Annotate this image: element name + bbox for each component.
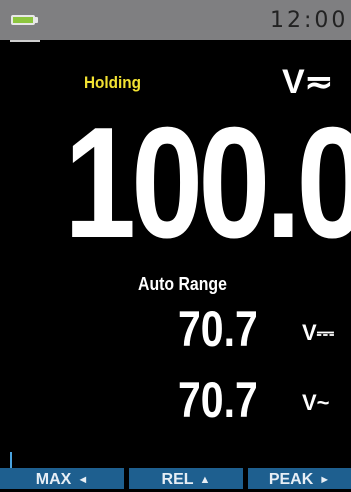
secondary-reading-dc: 70.7 [178,301,258,357]
rel-softkey[interactable]: REL ▲ [129,468,243,489]
status-bar: 12:00 [0,0,351,40]
holding-indicator: Holding [84,73,141,92]
primary-reading: 100.0 [64,95,351,271]
softkey-bar: MAX ◄ REL ▲ PEAK ► [0,468,351,489]
accent-marker [10,452,12,468]
clock: 12:00 [270,8,349,33]
secondary-reading-ac: 70.7 [178,372,258,428]
divider [10,40,40,42]
battery-icon [11,15,35,25]
max-softkey[interactable]: MAX ◄ [0,468,124,489]
max-softkey-label: MAX [35,471,72,488]
peak-softkey-label: PEAK [268,471,314,488]
battery-terminal [35,17,38,23]
peak-softkey[interactable]: PEAK ► [248,468,351,489]
secondary-unit-dc: V⎓ [302,320,335,345]
range-mode-label: Auto Range [138,274,227,294]
secondary-unit-ac: V~ [302,390,330,415]
rel-softkey-label: REL [161,471,194,488]
